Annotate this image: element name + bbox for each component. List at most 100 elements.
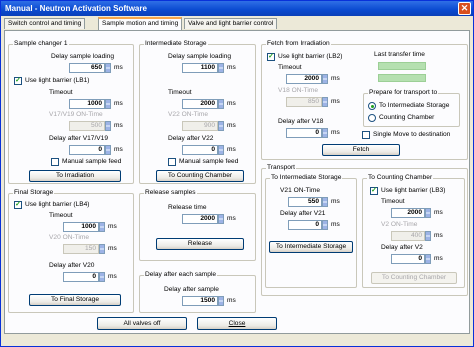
spinner[interactable] (105, 63, 111, 73)
v21-delay-field[interactable]: 0 (288, 220, 322, 230)
manual-feed-label: Manual sample feed (179, 158, 239, 165)
v2-on-field[interactable]: 400 (391, 231, 425, 241)
manual-feed-checkbox[interactable] (51, 158, 59, 166)
close-button[interactable]: Close (197, 317, 277, 330)
delay-after-sample-field[interactable]: 1500 (182, 296, 218, 306)
manual-feed-checkbox[interactable] (168, 158, 176, 166)
spinner[interactable] (99, 272, 105, 282)
spinner[interactable] (105, 121, 111, 131)
unit-label: ms (114, 122, 123, 129)
group-label: Transport (266, 164, 296, 171)
unit-label: ms (227, 100, 236, 107)
delay-after-sample-label: Delay after sample (164, 286, 219, 293)
tab-valve-light-barrier[interactable]: Valve and light barrier control (184, 18, 278, 29)
timeout-field[interactable]: 1000 (63, 222, 99, 232)
timeout-field[interactable]: 2000 (286, 74, 322, 84)
spinner[interactable] (322, 220, 328, 230)
all-valves-off-button[interactable]: All valves off (97, 317, 187, 330)
delay-after-label: Delay after V22 (168, 135, 214, 142)
on-time-label: V17/V19 ON-Time (49, 111, 103, 118)
unit-label: ms (114, 100, 123, 107)
unit-label: ms (434, 232, 443, 239)
fetch-button[interactable]: Fetch (322, 144, 400, 156)
unit-label: ms (114, 64, 123, 71)
unit-label: ms (227, 64, 236, 71)
spinner[interactable] (218, 63, 224, 73)
delay-after-field[interactable]: 0 (182, 145, 218, 155)
last-transfer-label: Last transfer time (374, 51, 425, 58)
spinner[interactable] (218, 121, 224, 131)
close-icon[interactable]: ✕ (458, 2, 471, 15)
timeout-label: Timeout (49, 89, 73, 96)
fetch-irradiation-group: Fetch from Irradiation ✓ Use light barri… (261, 40, 468, 160)
tab-switch-control[interactable]: Switch control and timing (4, 18, 86, 29)
unit-label: ms (331, 129, 340, 136)
use-lb2-checkbox[interactable]: ✓ (267, 53, 275, 61)
spinner[interactable] (99, 244, 105, 254)
on-time-field[interactable]: 150 (63, 244, 99, 254)
on-time-field[interactable]: 500 (69, 121, 105, 131)
spinner[interactable] (105, 99, 111, 109)
to-counting-chamber-button[interactable]: To Counting Chamber (156, 170, 244, 182)
title-bar: Manual - Neutron Activation Software ✕ (1, 1, 473, 16)
timeout-label: Timeout (168, 89, 192, 96)
delay-loading-label: Delay sample loading (51, 53, 115, 60)
delay-after-field[interactable]: 0 (63, 272, 99, 282)
unit-label: ms (108, 223, 117, 230)
spinner[interactable] (218, 214, 224, 224)
sample-changer-group: Sample changer 1 Delay sample loading 65… (8, 40, 134, 184)
spinner[interactable] (425, 208, 431, 218)
transport-group: Transport To Intermediate Storage V21 ON… (261, 164, 468, 296)
delay-after-field[interactable]: 0 (69, 145, 105, 155)
timeout-field[interactable]: 2000 (182, 99, 218, 109)
unit-label: ms (227, 215, 236, 222)
unit-label: ms (227, 297, 236, 304)
timeout-field[interactable]: 1000 (69, 99, 105, 109)
to-counting-chamber-button-disabled[interactable]: To Counting Chamber (371, 272, 457, 284)
radio-counting-label: Counting Chamber (379, 114, 435, 121)
unit-label: ms (331, 221, 340, 228)
spinner[interactable] (218, 145, 224, 155)
spinner[interactable] (218, 99, 224, 109)
group-label: Intermediate Storage (144, 40, 208, 47)
on-time-field[interactable]: 900 (182, 121, 218, 131)
transfer-indicator (378, 62, 426, 70)
delay-after-field[interactable]: 0 (286, 128, 322, 138)
delay-loading-label: Delay sample loading (168, 53, 232, 60)
on-time-field[interactable]: 850 (286, 97, 322, 107)
timeout-label: Timeout (381, 198, 405, 205)
v2-delay-field[interactable]: 0 (391, 254, 425, 264)
intermediate-storage-group: Intermediate Storage Delay sample loadin… (139, 40, 256, 184)
spinner[interactable] (322, 197, 328, 207)
tab-sample-motion[interactable]: Sample motion and timing (98, 17, 183, 30)
release-button[interactable]: Release (156, 238, 244, 250)
single-move-checkbox[interactable] (362, 131, 370, 139)
spinner[interactable] (425, 254, 431, 264)
unit-label: ms (227, 122, 236, 129)
manual-feed-label: Manual sample feed (62, 158, 122, 165)
v21-field[interactable]: 550 (288, 197, 322, 207)
spinner[interactable] (322, 97, 328, 107)
timeout-field[interactable]: 2000 (391, 208, 425, 218)
to-irradiation-button[interactable]: To Irradiation (29, 170, 121, 182)
to-final-storage-button[interactable]: To Final Storage (29, 294, 121, 306)
prepare-transport-group: Prepare for transport to To Intermediate… (363, 89, 460, 127)
radio-intermediate[interactable] (368, 102, 376, 110)
spinner[interactable] (218, 296, 224, 306)
timeout-label: Timeout (49, 212, 73, 219)
spinner[interactable] (99, 222, 105, 232)
group-label: Fetch from Irradiation (266, 40, 331, 47)
spinner[interactable] (322, 74, 328, 84)
use-lb1-checkbox[interactable]: ✓ (14, 77, 22, 85)
to-intermediate-button[interactable]: To Intermediate Storage (269, 241, 353, 253)
radio-counting[interactable] (368, 114, 376, 122)
use-lb3-checkbox[interactable]: ✓ (370, 187, 378, 195)
spinner[interactable] (105, 145, 111, 155)
spinner[interactable] (425, 231, 431, 241)
delay-loading-field[interactable]: 650 (69, 63, 105, 73)
spinner[interactable] (322, 128, 328, 138)
unit-label: ms (331, 198, 340, 205)
delay-loading-field[interactable]: 1100 (182, 63, 218, 73)
use-lb4-checkbox[interactable]: ✓ (14, 201, 22, 209)
release-time-field[interactable]: 2000 (182, 214, 218, 224)
